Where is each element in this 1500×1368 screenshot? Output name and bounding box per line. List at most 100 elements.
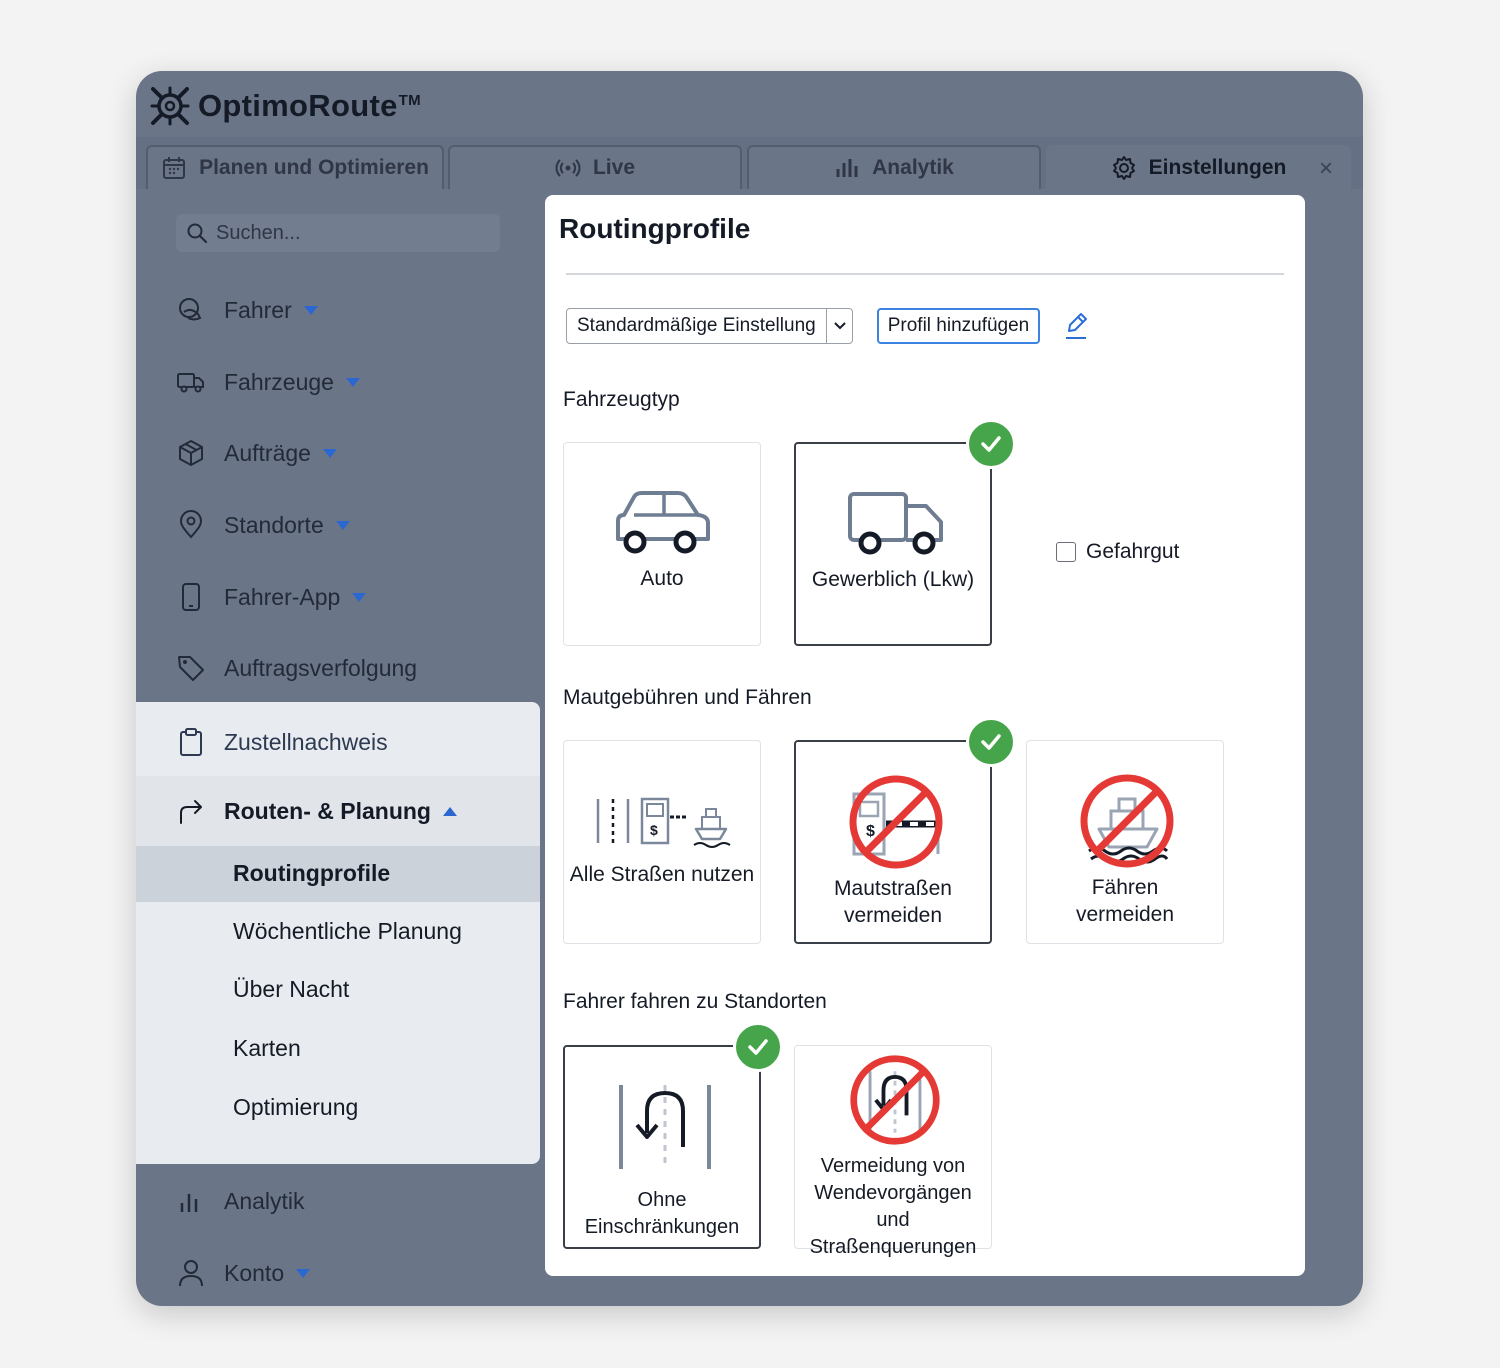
hazmat-label: Gefahrgut [1086, 540, 1180, 563]
bar-chart-icon [180, 1194, 198, 1212]
tab-bar: Planen und Optimieren Live Analytik Eins… [136, 137, 1363, 189]
tab-label: Live [592, 156, 636, 179]
brand-logo: OptimoRouteTM [150, 83, 421, 129]
chevron-up-icon [442, 806, 457, 816]
tab-einstellungen[interactable]: Einstellungen [1046, 145, 1351, 189]
toll-option-label: Mautstraßen vermeiden [796, 875, 990, 929]
subitem-ueber-nacht[interactable]: Über Nacht [233, 976, 349, 1003]
search-icon [187, 223, 208, 244]
location-pin-icon [179, 510, 203, 539]
section-label-mautgebuehren: Mautgebühren und Fähren [563, 686, 812, 709]
chevron-down-icon [322, 448, 337, 458]
divider [566, 273, 1284, 275]
no-ferry-icon [1080, 774, 1174, 868]
toll-option-label: Alle Straßen nutzen [569, 863, 755, 886]
search-input[interactable] [216, 221, 476, 245]
label-line: Mautstraßen [834, 877, 952, 900]
chevron-down-icon [826, 309, 852, 343]
toll-option-faehren-vermeiden[interactable]: Fähren vermeiden [1026, 740, 1224, 944]
close-icon[interactable]: × [1319, 155, 1333, 183]
chevron-down-icon [296, 1268, 311, 1278]
sidebar-item-label: Auftragsverfolgung [224, 654, 418, 681]
u-turn-icon [619, 1085, 711, 1169]
tab-live[interactable]: Live [448, 145, 742, 189]
calendar-icon [163, 157, 186, 179]
sidebar-item-fahrer[interactable]: Fahrer [176, 290, 318, 330]
tag-icon [178, 656, 204, 681]
sidebar-item-zustellnachweis[interactable]: Zustellnachweis [176, 722, 388, 762]
sidebar-item-label: Fahrer [224, 296, 292, 323]
vehicle-option-auto[interactable]: Auto [563, 442, 761, 646]
checkbox-box[interactable] [1056, 542, 1076, 562]
selected-check-icon [966, 419, 1016, 469]
subitem-routingprofile[interactable]: Routingprofile [233, 860, 390, 887]
routing-profile-panel: Routingprofile Standardmäßige Einstellun… [545, 195, 1305, 1276]
toll-option-label: Fähren vermeiden [1027, 874, 1223, 928]
app-window: OptimoRouteTM Planen und Optimieren Live… [136, 71, 1363, 1306]
truck-icon [848, 492, 943, 555]
svg-text:$: $ [866, 823, 875, 840]
profile-select-value: Standardmäßige Einstellung [577, 315, 816, 336]
vehicle-option-label: Gewerblich (Lkw) [811, 568, 975, 591]
add-profile-button[interactable]: Profil hinzufügen [877, 308, 1040, 344]
label-line: vermeiden [1075, 903, 1175, 926]
label-line: vermeiden [843, 904, 943, 927]
sidebar-item-label: Fahrzeuge [224, 368, 334, 395]
label-line: Fähren [1091, 876, 1159, 899]
selected-check-icon [733, 1022, 783, 1072]
road-toll-ferry-icon: $ [596, 797, 731, 848]
chevron-down-icon [335, 520, 350, 530]
broadcast-icon [555, 159, 581, 177]
chevron-down-icon [303, 305, 318, 315]
section-label-fahrzeugtyp: Fahrzeugtyp [563, 388, 680, 411]
profile-select[interactable]: Standardmäßige Einstellung [566, 308, 853, 344]
toll-option-mautstrassen-vermeiden[interactable]: $ Mautstraßen vermeiden [794, 740, 992, 944]
label-line: Straßenquerungen [809, 1236, 977, 1258]
driver-icon [179, 298, 202, 321]
sidebar-item-fahrzeuge[interactable]: Fahrzeuge [176, 362, 360, 402]
car-icon [616, 491, 710, 554]
user-icon [179, 1260, 203, 1287]
toll-option-alle-strassen[interactable]: $ Alle Straßen nutzen [563, 740, 761, 944]
sidebar-item-standorte[interactable]: Standorte [176, 505, 350, 545]
search-box [176, 214, 500, 252]
sidebar-item-konto[interactable]: Konto [176, 1253, 311, 1293]
subitem-optimierung[interactable]: Optimierung [233, 1094, 358, 1121]
sidebar-item-label: Routen- & Planung [224, 797, 431, 824]
sidebar-item-label: Konto [224, 1259, 285, 1286]
optimoroute-logo-icon [150, 86, 190, 126]
subitem-woechentliche-planung[interactable]: Wöchentliche Planung [233, 918, 462, 945]
tab-analytik[interactable]: Analytik [747, 145, 1041, 189]
gear-icon [1112, 156, 1135, 180]
tab-label: Einstellungen [1148, 156, 1287, 179]
package-icon [179, 440, 203, 466]
driver-option-wendevorgaenge-vermeiden[interactable]: Vermeidung von Wendevorgängen und Straßenq… [794, 1045, 992, 1258]
tab-label: Planen und Optimieren [199, 156, 429, 179]
tab-label: Analytik [872, 156, 954, 179]
sidebar-item-analytik[interactable]: Analytik [176, 1181, 305, 1221]
vehicle-option-label: Auto [640, 567, 684, 590]
driver-option-ohne-einschraenkungen[interactable]: Ohne Einschränkungen [563, 1045, 761, 1249]
brand-name: OptimoRouteTM [198, 88, 421, 123]
tab-planen[interactable]: Planen und Optimieren [146, 145, 444, 189]
hazmat-checkbox[interactable]: Gefahrgut [1056, 540, 1179, 564]
label-line: Wendevorgängen und [814, 1182, 972, 1231]
driver-option-label: Ohne Einschränkungen [584, 1189, 740, 1238]
route-arrow-icon [180, 800, 202, 824]
no-toll-road-icon: $ [849, 775, 943, 869]
clipboard-icon [180, 728, 202, 756]
sidebar-item-auftragsverfolgung[interactable]: Auftragsverfolgung [176, 648, 417, 688]
selected-check-icon [966, 717, 1016, 767]
svg-text:$: $ [650, 822, 658, 838]
sidebar-item-label: Fahrer-App [224, 583, 341, 610]
phone-icon [182, 583, 200, 611]
sidebar-item-auftraege[interactable]: Aufträge [176, 433, 337, 473]
chevron-down-icon [345, 377, 360, 387]
page-title: Routingprofile [559, 213, 751, 244]
sidebar-item-fahrer-app[interactable]: Fahrer-App [176, 577, 367, 617]
edit-pencil-icon[interactable] [1063, 311, 1089, 341]
sidebar-item-label: Aufträge [224, 439, 311, 466]
vehicle-option-lkw[interactable]: Gewerblich (Lkw) [794, 442, 992, 646]
sidebar-item-routen-planung[interactable]: Routen- & Planung [136, 776, 540, 846]
subitem-karten[interactable]: Karten [233, 1035, 301, 1062]
